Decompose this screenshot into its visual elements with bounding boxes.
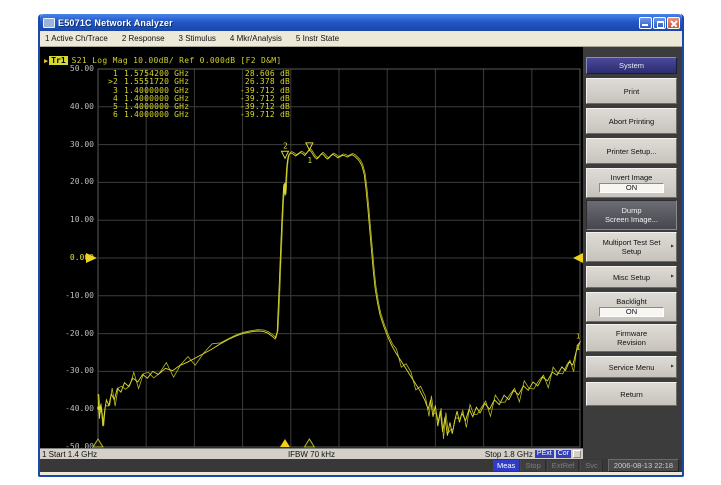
softkey-service-menu[interactable]: Service Menu ▸ (586, 356, 677, 378)
stimulus-marker-icon (93, 439, 103, 447)
svg-text:1: 1 (576, 332, 580, 340)
window-title: E5071C Network Analyzer (58, 18, 639, 28)
softkey-menu-title: System (586, 57, 677, 74)
stimulus-marker-icon (304, 439, 314, 447)
softkey-menu: System Print Abort Printing Printer Setu… (583, 47, 682, 459)
trace-badge: Tr1 (49, 56, 67, 65)
submenu-arrow-icon: ▸ (671, 363, 674, 372)
status-datetime: 2006-08-13 22:18 (608, 459, 679, 472)
status-bar: Meas Stop ExtRef Svc 2006-08-13 22:18 (40, 459, 682, 472)
softkey-dump-screen-image[interactable]: Dump Screen Image... (586, 200, 677, 230)
app-window: E5071C Network Analyzer 1 Active Ch/Trac… (38, 14, 684, 477)
window-titlebar[interactable]: E5071C Network Analyzer (40, 14, 682, 31)
minimize-button[interactable] (639, 17, 652, 29)
menu-response[interactable]: 2 Response (122, 34, 165, 43)
menu-mkr-analysis[interactable]: 4 Mkr/Analysis (230, 34, 282, 43)
marker-readout-table: 11.5754200 GHz28.606 dB >21.5551720 GHz2… (104, 70, 290, 120)
ref-level-arrow-right (573, 253, 583, 263)
invert-image-state: ON (599, 183, 663, 193)
status-extref: ExtRef (547, 460, 580, 471)
softkey-misc-setup[interactable]: Misc Setup ▸ (586, 266, 677, 288)
window-controls (639, 17, 680, 29)
stop-frequency-label: Stop 1.8 GHz (485, 450, 533, 459)
softkey-invert-image[interactable]: Invert Image ON (586, 168, 677, 198)
softkey-backlight[interactable]: Backlight ON (586, 292, 677, 322)
submenu-arrow-icon: ▸ (671, 273, 674, 282)
app-icon (43, 18, 55, 28)
pext-badge: PExt (535, 450, 554, 458)
stimulus-axis-bar: IFBW 70 kHz 1 Start 1.4 GHz Stop 1.8 GHz… (40, 448, 583, 459)
menu-stimulus[interactable]: 3 Stimulus (179, 34, 216, 43)
softkey-print[interactable]: Print (586, 78, 677, 104)
y-axis-label: -10.00 (44, 292, 94, 300)
y-axis-label: 10.00 (44, 216, 94, 224)
softkey-abort-printing[interactable]: Abort Printing (586, 108, 677, 134)
status-stop: Stop (520, 460, 545, 471)
softkey-printer-setup[interactable]: Printer Setup... (586, 138, 677, 164)
y-axis-label: 50.00 (44, 65, 94, 73)
marker-row: 61.4000000 GHz-39.712 dB (104, 111, 290, 119)
softkey-multiport-test-set[interactable]: Multiport Test Set Setup ▸ (586, 232, 677, 262)
menu-instr-state[interactable]: 5 Instr State (296, 34, 339, 43)
status-meas: Meas (493, 460, 519, 471)
svg-text:1: 1 (576, 344, 580, 352)
status-svc: Svc (580, 460, 603, 471)
stimulus-marker-icon (280, 439, 290, 447)
cor-badge: Cor (556, 450, 571, 458)
y-axis-label: -30.00 (44, 367, 94, 375)
softkey-return[interactable]: Return (586, 382, 677, 406)
y-axis-label: 30.00 (44, 141, 94, 149)
screenshot-canvas: E5071C Network Analyzer 1 Active Ch/Trac… (0, 0, 721, 485)
close-button[interactable] (667, 17, 680, 29)
softkey-firmware-revision[interactable]: Firmware Revision (586, 324, 677, 352)
trace-marker-icon (306, 143, 313, 150)
start-marker-dot (97, 406, 102, 411)
svg-text:1: 1 (307, 156, 312, 165)
trace-format-text: S21 Log Mag 10.00dB/ Ref 0.000dB [F2 D&M… (72, 56, 282, 65)
svg-text:2: 2 (283, 141, 288, 150)
trace-marker-icon (281, 151, 288, 158)
analyzer-screen: 2 1 1 1 ▶ Tr1 S21 Log Mag 10.00dB/ Ref 0.00… (40, 47, 583, 459)
restore-button[interactable] (653, 17, 666, 29)
y-axis-label: -40.00 (44, 405, 94, 413)
y-axis-label: -20.00 (44, 330, 94, 338)
submenu-arrow-icon: ▸ (671, 243, 674, 252)
menu-active-ch-trace[interactable]: 1 Active Ch/Trace (45, 34, 108, 43)
memory-trace (99, 149, 581, 439)
y-axis-label: 20.00 (44, 178, 94, 186)
y-axis-label: 40.00 (44, 103, 94, 111)
active-trace-arrow-icon: ▶ (44, 57, 48, 65)
menu-bar: 1 Active Ch/Trace 2 Response 3 Stimulus … (40, 31, 682, 47)
backlight-state: ON (599, 307, 663, 317)
corner-notch (573, 450, 581, 458)
y-axis-ref-label: 0.000 (44, 254, 94, 262)
